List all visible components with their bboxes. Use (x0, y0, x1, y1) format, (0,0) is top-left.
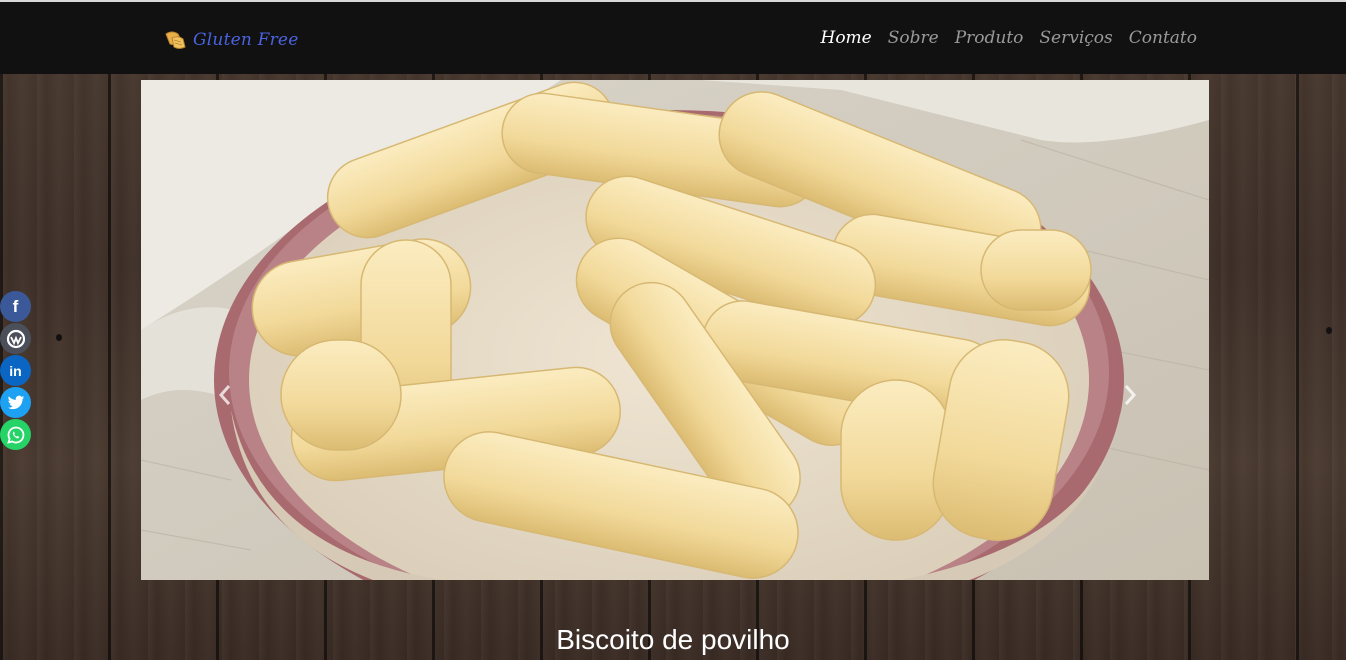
bread-icon (165, 31, 186, 49)
twitter-icon (7, 395, 24, 409)
share-twitter-button[interactable] (0, 387, 31, 418)
workplace-icon (6, 329, 25, 348)
wood-nail (1326, 327, 1332, 334)
image-carousel (141, 80, 1209, 580)
wood-nail (56, 334, 62, 341)
share-workplace-button[interactable] (0, 323, 31, 354)
facebook-icon: f (12, 296, 19, 316)
brand-link[interactable]: Gluten Free (162, 26, 298, 54)
brand-name: Gluten Free (193, 30, 299, 50)
share-linkedin-button[interactable]: in (0, 355, 31, 386)
nav-item-home[interactable]: Home (821, 28, 872, 48)
chevron-left-icon (218, 385, 231, 405)
share-bar: f in (0, 291, 32, 451)
nav-item-contato[interactable]: Contato (1129, 28, 1197, 48)
nav-item-sobre[interactable]: Sobre (888, 28, 939, 48)
share-whatsapp-button[interactable] (0, 419, 31, 450)
whatsapp-icon (6, 426, 24, 444)
share-facebook-button[interactable]: f (0, 291, 31, 322)
carousel-prev-button[interactable] (211, 380, 241, 410)
main-nav: Home Sobre Produto Serviços Contato (805, 28, 1198, 48)
navbar: Gluten Free Home Sobre Produto Serviços … (0, 2, 1346, 74)
nav-item-servicos[interactable]: Serviços (1039, 28, 1112, 48)
chevron-right-icon (1124, 385, 1137, 405)
carousel-slide-image (141, 80, 1209, 580)
carousel-caption: Biscoito de povilho (556, 624, 790, 655)
linkedin-icon: in (9, 362, 22, 379)
carousel-next-button[interactable] (1114, 380, 1144, 410)
nav-item-produto[interactable]: Produto (955, 28, 1024, 48)
